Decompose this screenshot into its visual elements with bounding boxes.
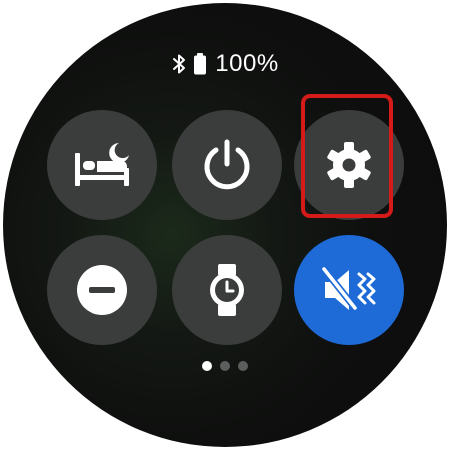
bed-moon-icon: [75, 143, 129, 186]
bedtime-mode-button[interactable]: [47, 110, 157, 220]
status-bar: 100%: [3, 49, 447, 79]
page-indicator: [3, 361, 447, 371]
page-dot-3[interactable]: [238, 361, 248, 371]
do-not-disturb-button[interactable]: [47, 235, 157, 345]
gear-icon: [327, 142, 371, 188]
settings-button[interactable]: [294, 110, 404, 220]
page-dot-2[interactable]: [220, 361, 230, 371]
sound-mode-button[interactable]: [294, 235, 404, 345]
battery-percentage: 100%: [215, 50, 279, 77]
minus-circle-icon: [77, 265, 127, 315]
battery-icon: [194, 53, 207, 75]
power-button[interactable]: [172, 110, 282, 220]
page-dot-1[interactable]: [202, 361, 212, 371]
watch-icon: [210, 264, 244, 316]
bluetooth-icon: [173, 54, 186, 74]
mute-vibrate-icon: [321, 265, 376, 312]
watch-only-button[interactable]: [172, 235, 282, 345]
watch-screen: 100%: [3, 3, 447, 447]
power-icon: [204, 139, 250, 190]
